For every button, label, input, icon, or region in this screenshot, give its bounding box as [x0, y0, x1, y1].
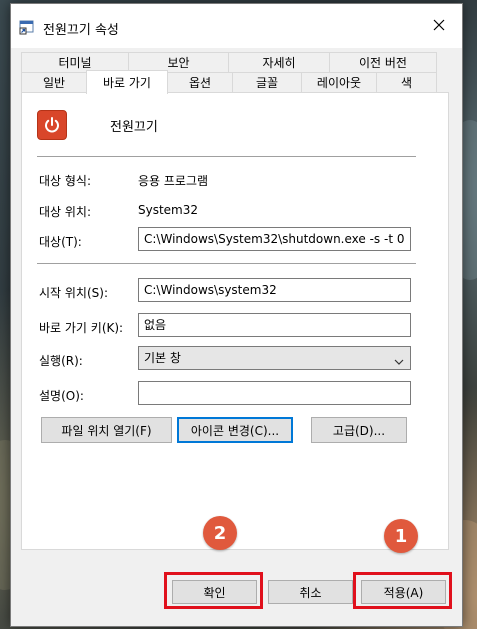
tab-shortcut[interactable]: 바로 가기 — [86, 70, 168, 94]
advanced-button[interactable]: 고급(D)... — [311, 417, 407, 443]
tab-security[interactable]: 보안 — [128, 52, 229, 72]
chevron-down-icon — [394, 352, 404, 374]
step-badge-1: 1 — [384, 519, 418, 553]
shortcut-tab-panel: 전원끄기 대상 형식: 응용 프로그램 대상 위치: System32 대상(T… — [21, 92, 449, 550]
tab-row-front: 일반 바로 가기 옵션 글꼴 레이아웃 색 — [21, 70, 437, 94]
start-in-field[interactable]: C:\Windows\system32 — [138, 278, 411, 302]
tab-terminal[interactable]: 터미널 — [21, 52, 129, 72]
title-bar: 전원끄기 속성 — [11, 4, 462, 48]
run-select[interactable]: 기본 창 — [138, 346, 411, 370]
tab-layout[interactable]: 레이아웃 — [301, 72, 377, 92]
start-in-label: 시작 위치(S): — [39, 286, 108, 300]
run-label: 실행(R): — [39, 354, 83, 368]
open-file-location-button[interactable]: 파일 위치 열기(F) — [41, 417, 172, 443]
power-icon — [37, 110, 67, 140]
comment-field[interactable] — [138, 381, 411, 405]
cancel-button[interactable]: 취소 — [268, 580, 353, 604]
tab-font[interactable]: 글꼴 — [232, 72, 302, 92]
step-badge-2: 2 — [203, 516, 237, 550]
shortcut-name: 전원끄기 — [110, 120, 158, 135]
change-icon-button[interactable]: 아이콘 변경(C)... — [177, 417, 293, 443]
shortcut-key-label: 바로 가기 키(K): — [39, 321, 124, 335]
target-location-value: System32 — [138, 203, 199, 217]
tab-details[interactable]: 자세히 — [228, 52, 330, 72]
tab-row-back: 터미널 보안 자세히 이전 버전 — [21, 52, 437, 72]
target-type-label: 대상 형식: — [39, 174, 92, 188]
window-title: 전원끄기 속성 — [43, 23, 119, 38]
target-type-value: 응용 프로그램 — [138, 174, 209, 188]
divider — [37, 263, 416, 264]
comment-label: 설명(O): — [39, 389, 84, 403]
tab-previous-versions[interactable]: 이전 버전 — [329, 52, 437, 72]
tab-general[interactable]: 일반 — [21, 72, 87, 92]
ok-highlight-box — [164, 572, 263, 609]
close-button[interactable] — [416, 4, 462, 48]
run-select-value: 기본 창 — [144, 351, 181, 365]
target-location-label: 대상 위치: — [39, 205, 92, 219]
tab-colors[interactable]: 색 — [376, 72, 437, 92]
shortcut-app-icon — [19, 19, 35, 35]
close-icon — [433, 19, 445, 34]
shortcut-key-field[interactable]: 없음 — [138, 313, 411, 337]
target-field[interactable]: C:\Windows\System32\shutdown.exe -s -t 0 — [138, 227, 411, 251]
tab-options[interactable]: 옵션 — [167, 72, 233, 92]
divider — [37, 156, 416, 157]
target-label: 대상(T): — [39, 235, 82, 249]
apply-highlight-box — [353, 572, 452, 609]
